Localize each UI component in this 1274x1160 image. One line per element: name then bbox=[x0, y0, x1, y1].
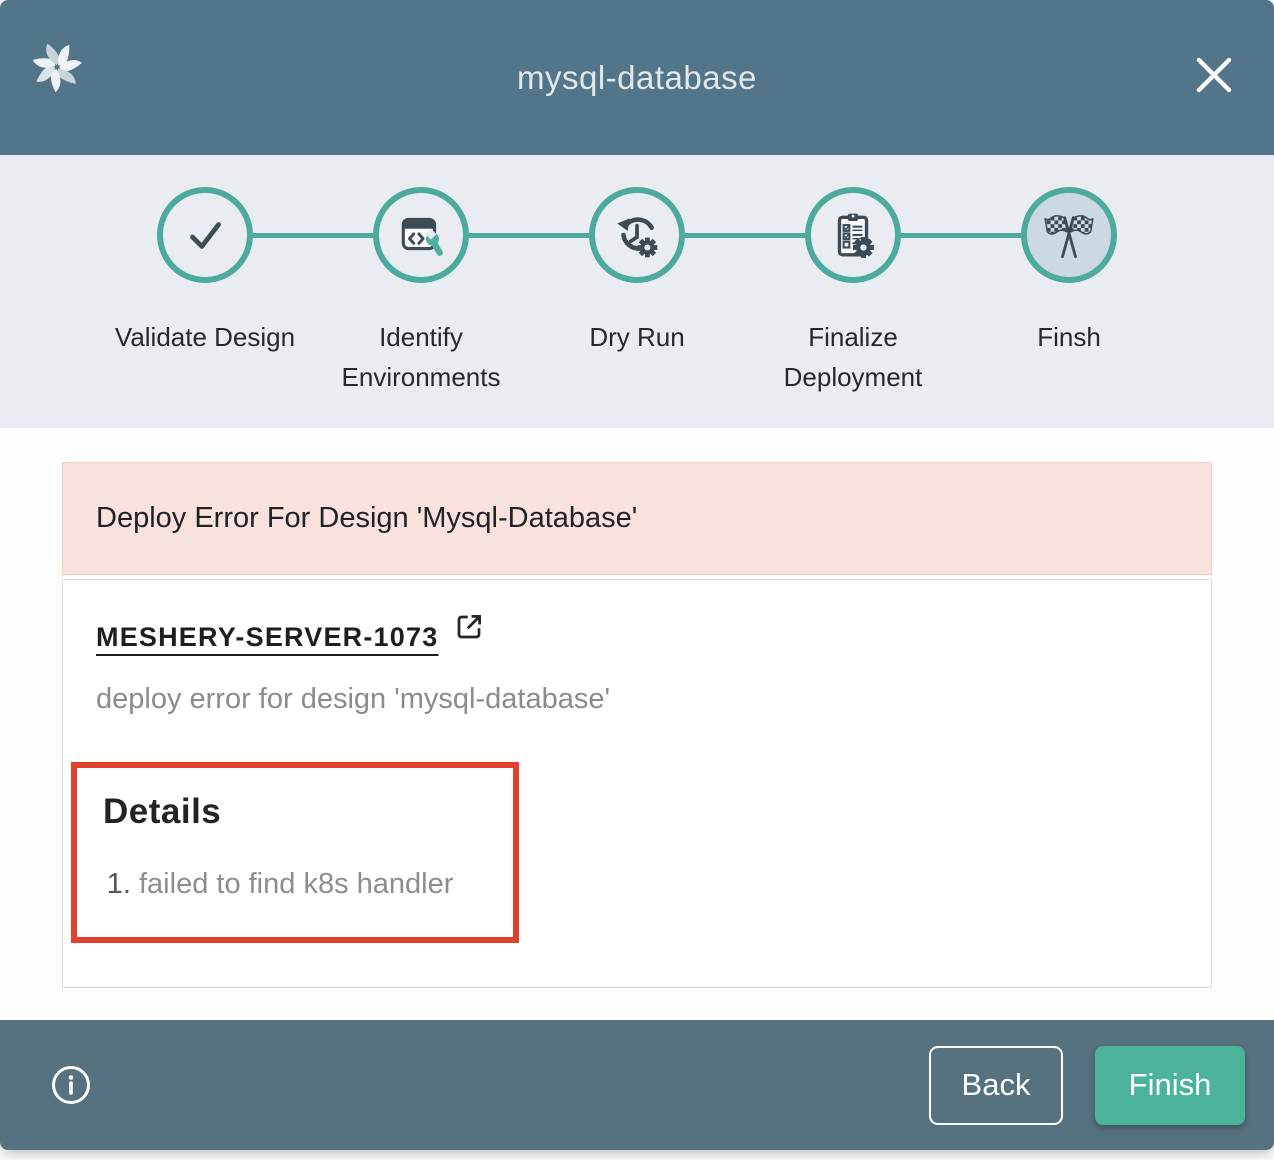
check-icon bbox=[180, 210, 230, 260]
details-item: failed to find k8s handler bbox=[139, 868, 487, 901]
external-link-icon[interactable] bbox=[454, 612, 484, 642]
details-list: failed to find k8s handler bbox=[103, 868, 487, 901]
error-accordion-body: MESHERY-SERVER-1073 deploy error for des… bbox=[62, 579, 1212, 988]
modal-footer: Back Finish bbox=[0, 1020, 1274, 1150]
error-code-row: MESHERY-SERVER-1073 bbox=[96, 622, 1211, 653]
deployment-wizard-modal: mysql-database Validate Design bbox=[0, 0, 1274, 1150]
deploy-error-accordion: Deploy Error For Design 'Mysql-Database'… bbox=[62, 462, 1212, 988]
step-finalize-deployment: Finalize Deployment bbox=[745, 187, 961, 428]
modal-title: mysql-database bbox=[0, 59, 1274, 97]
error-details-box: Details failed to find k8s handler bbox=[71, 762, 519, 943]
step-validate-design: Validate Design bbox=[97, 187, 313, 428]
code-wrench-icon bbox=[396, 210, 446, 260]
error-accordion-title: Deploy Error For Design 'Mysql-Database' bbox=[96, 502, 637, 535]
step-identify-environments: Identify Environments bbox=[313, 187, 529, 428]
checkered-flags-icon bbox=[1043, 209, 1095, 261]
step-circle-finalize bbox=[805, 187, 901, 283]
error-code-link[interactable]: MESHERY-SERVER-1073 bbox=[96, 622, 452, 653]
error-accordion-header[interactable]: Deploy Error For Design 'Mysql-Database' bbox=[62, 462, 1212, 575]
step-circle-dry-run bbox=[589, 187, 685, 283]
deployment-stepper: Validate Design Identify Environments bbox=[0, 155, 1274, 428]
close-icon bbox=[1192, 53, 1236, 97]
step-label: Identify Environments bbox=[326, 317, 516, 398]
step-dry-run: Dry Run bbox=[529, 187, 745, 428]
back-button[interactable]: Back bbox=[929, 1046, 1063, 1125]
sync-gear-icon bbox=[612, 210, 662, 260]
finish-button[interactable]: Finish bbox=[1095, 1046, 1245, 1125]
error-description: deploy error for design 'mysql-database' bbox=[96, 683, 1211, 716]
step-label: Dry Run bbox=[589, 317, 684, 357]
step-finish: Finsh bbox=[961, 187, 1177, 428]
step-circle-validate bbox=[157, 187, 253, 283]
info-button[interactable] bbox=[48, 1062, 94, 1108]
clipboard-gear-icon bbox=[828, 210, 878, 260]
modal-content: Deploy Error For Design 'Mysql-Database'… bbox=[0, 428, 1274, 1020]
info-icon bbox=[48, 1062, 94, 1108]
close-button[interactable] bbox=[1190, 52, 1238, 100]
step-label: Validate Design bbox=[115, 317, 295, 357]
step-label: Finsh bbox=[1037, 317, 1101, 357]
step-circle-identify bbox=[373, 187, 469, 283]
details-title: Details bbox=[103, 792, 487, 832]
step-label: Finalize Deployment bbox=[758, 317, 948, 398]
step-circle-finish bbox=[1021, 187, 1117, 283]
modal-header: mysql-database bbox=[0, 0, 1274, 155]
